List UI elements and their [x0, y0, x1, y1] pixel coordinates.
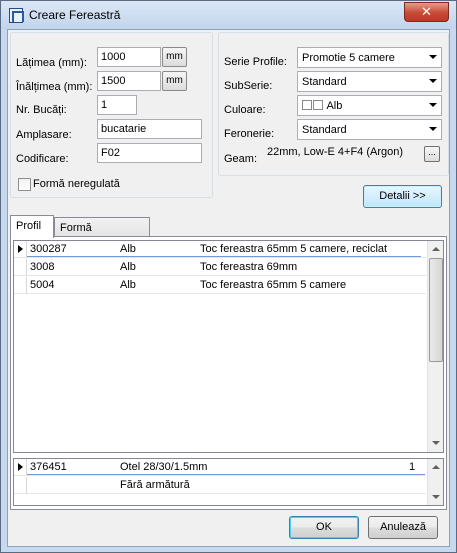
location-label: Amplasare: [16, 129, 72, 141]
profile-color: Alb [120, 261, 136, 273]
scroll-up-arrow-icon[interactable] [428, 241, 443, 257]
subseries-select[interactable]: Standard [297, 71, 442, 92]
table-row[interactable]: 300287 Alb Toc fereastra 65mm 5 camere, … [14, 241, 426, 258]
table-row[interactable]: 376451 Otel 28/30/1.5mm 1 [14, 459, 426, 476]
reinforcement-description: Fără armătură [120, 479, 190, 491]
glass-browse-button[interactable]: ... [424, 146, 440, 162]
row-indicator [14, 477, 27, 494]
color-label: Culoare: [224, 104, 266, 116]
series-select-value: Promotie 5 camere [302, 52, 395, 64]
ok-button[interactable]: OK [289, 516, 359, 539]
profile-code: 300287 [30, 243, 67, 255]
window-title: Creare Fereastră [29, 8, 121, 22]
profile-code: 5004 [30, 279, 55, 291]
profile-description: Toc fereastra 65mm 5 camere [200, 279, 347, 291]
color-swatch-icon [302, 100, 312, 110]
irregular-shape-label: Formă neregulată [33, 178, 120, 190]
row-indicator [14, 241, 27, 258]
height-input[interactable]: 1500 [97, 71, 161, 91]
reinforcement-description: Otel 28/30/1.5mm [120, 461, 208, 473]
reinforcement-quantity: 1 [409, 461, 416, 473]
location-input[interactable]: bucatarie [97, 119, 202, 139]
row-indicator [14, 277, 27, 294]
row-indicator [14, 459, 27, 476]
chevron-down-icon [429, 55, 437, 59]
scroll-down-arrow-icon[interactable] [428, 435, 443, 451]
details-button[interactable]: Detalii >> [363, 185, 442, 208]
table-row[interactable]: Fără armătură [14, 477, 426, 494]
color-swatch-icon [313, 100, 323, 110]
width-label: Lățimea (mm): [16, 57, 87, 69]
hardware-select[interactable]: Standard [297, 119, 442, 140]
tab-profil[interactable]: Profil [10, 215, 54, 238]
dialog-client-area: Lățimea (mm): 1000 mm Înălțimea (mm): 15… [7, 29, 450, 547]
scrollbar-thumb[interactable] [429, 258, 443, 362]
profile-color: Alb [120, 243, 136, 255]
scroll-down-arrow-icon[interactable] [428, 489, 443, 505]
subseries-select-value: Standard [302, 76, 347, 88]
reinforcement-grid: 376451 Otel 28/30/1.5mm 1 Fără armătură [13, 458, 444, 506]
table-row[interactable]: 3008 Alb Toc fereastra 69mm [14, 259, 426, 276]
chevron-down-icon [429, 103, 437, 107]
table-row[interactable]: 5004 Alb Toc fereastra 65mm 5 camere [14, 277, 426, 294]
dialog-window: Creare Fereastră ✕ Lățimea (mm): 1000 mm… [0, 0, 457, 553]
pieces-input[interactable]: 1 [97, 95, 137, 115]
cancel-button[interactable]: Anulează [368, 516, 438, 539]
reinforcement-code: 376451 [30, 461, 67, 473]
hardware-label: Feronerie: [224, 128, 275, 140]
title-bar[interactable]: Creare Fereastră ✕ [1, 1, 456, 29]
glass-value: 22mm, Low-E 4+F4 (Argon) [267, 146, 404, 158]
width-input[interactable]: 1000 [97, 47, 161, 67]
height-label: Înălțimea (mm): [16, 81, 93, 93]
selection-underline [27, 474, 425, 475]
profile-grid-scrollbar[interactable] [427, 241, 443, 452]
hardware-select-value: Standard [302, 124, 347, 136]
series-select[interactable]: Promotie 5 camere [297, 47, 442, 68]
profile-description: Toc fereastra 65mm 5 camere, reciclat [200, 243, 388, 255]
glass-label: Geam: [224, 153, 258, 165]
profile-description: Toc fereastra 69mm [200, 261, 298, 273]
height-unit-button[interactable]: mm [162, 71, 187, 91]
reinforcement-grid-scrollbar[interactable] [427, 459, 443, 505]
series-label: Serie Profile: [224, 56, 287, 68]
profile-tab-page: 300287 Alb Toc fereastra 65mm 5 camere, … [10, 236, 447, 510]
row-indicator [14, 259, 27, 276]
profile-color: Alb [120, 279, 136, 291]
window-app-icon [9, 8, 24, 23]
width-unit-button[interactable]: mm [162, 47, 187, 67]
color-select[interactable]: Alb [297, 95, 442, 116]
close-button[interactable]: ✕ [404, 2, 449, 22]
code-label: Codificare: [16, 153, 69, 165]
selection-underline [27, 256, 421, 257]
chevron-down-icon [429, 79, 437, 83]
color-select-value: Alb [326, 100, 343, 112]
current-row-arrow-icon [18, 245, 23, 253]
pieces-label: Nr. Bucăți: [16, 104, 67, 116]
irregular-shape-checkbox[interactable] [18, 178, 31, 191]
code-input[interactable]: F02 [97, 143, 202, 163]
tab-irregular-shape[interactable]: Formă neregulată [54, 217, 150, 248]
scroll-up-arrow-icon[interactable] [428, 459, 443, 475]
profile-code: 3008 [30, 261, 55, 273]
profile-grid: 300287 Alb Toc fereastra 65mm 5 camere, … [13, 240, 444, 453]
current-row-arrow-icon [18, 463, 23, 471]
chevron-down-icon [429, 127, 437, 131]
subseries-label: SubSerie: [224, 80, 273, 92]
